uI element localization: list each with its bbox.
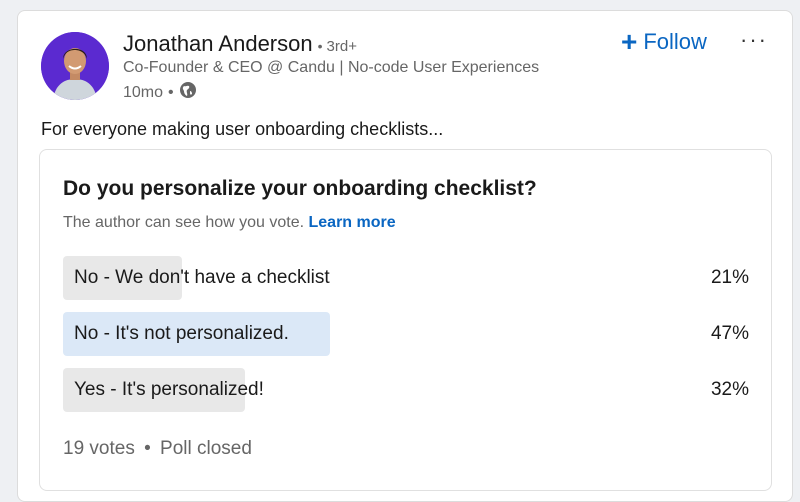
plus-icon: + [621, 26, 638, 57]
author-name[interactable]: Jonathan Anderson [123, 31, 313, 57]
post-meta: 10mo • [123, 81, 197, 104]
post-text: For everyone making user onboarding chec… [41, 119, 444, 139]
poll-note-text: The author can see how you vote. [63, 214, 305, 231]
author-name-row: Jonathan Anderson • 3rd+ [123, 31, 357, 57]
poll-option: No - We don't have a checklist 21% [63, 256, 749, 300]
avatar[interactable] [41, 32, 109, 100]
vote-count: 19 votes [63, 438, 135, 459]
post-card: Jonathan Anderson • 3rd+ Co-Founder & CE… [17, 10, 793, 502]
connection-degree: 3rd+ [326, 38, 357, 55]
poll-note: The author can see how you vote. Learn m… [63, 214, 396, 232]
poll-option-percent: 21% [710, 267, 749, 288]
poll-status: Poll closed [160, 438, 252, 459]
follow-button[interactable]: + Follow [621, 28, 707, 56]
poll-option-label: Yes - It's personalized! [74, 379, 264, 400]
separator-dot: • [317, 38, 323, 54]
poll: Do you personalize your onboarding check… [39, 149, 772, 491]
separator-dot: • [168, 83, 174, 101]
more-options-icon[interactable]: ··· [740, 27, 768, 53]
separator-dot: • [144, 438, 151, 459]
follow-label: Follow [643, 29, 707, 54]
author-headline: Co-Founder & CEO @ Candu | No-code User … [123, 59, 540, 76]
poll-option-label: No - It's not personalized. [74, 323, 289, 344]
poll-option: Yes - It's personalized! 32% [63, 368, 749, 412]
poll-option-label: No - We don't have a checklist [74, 267, 330, 288]
post-time: 10mo [123, 83, 164, 101]
globe-icon [179, 81, 197, 104]
poll-footer: 19 votes • Poll closed [63, 438, 252, 460]
poll-option-percent: 47% [710, 323, 749, 344]
poll-option-percent: 32% [710, 379, 749, 400]
poll-option: No - It's not personalized. 47% [63, 312, 749, 356]
learn-more-link[interactable]: Learn more [309, 214, 396, 231]
poll-question: Do you personalize your onboarding check… [63, 177, 537, 200]
